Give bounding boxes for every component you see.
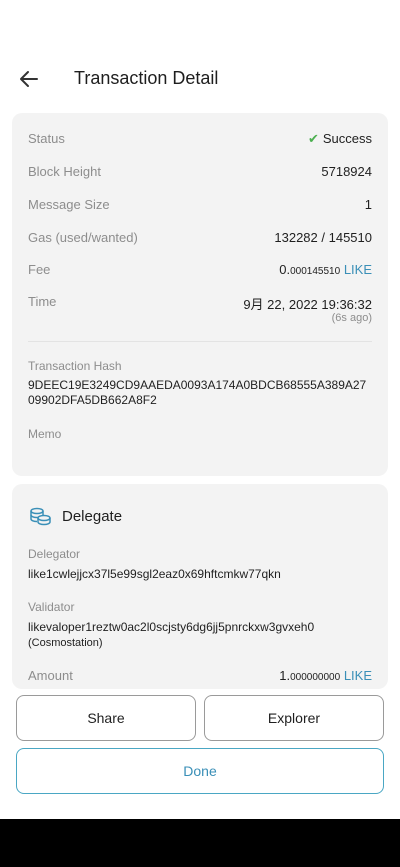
share-button[interactable]: Share xyxy=(16,695,196,741)
delegator-address: like1cwlejjcx37l5e99sgl2eaz0x69hftcmkw77… xyxy=(28,567,281,581)
message-header: Delegate xyxy=(28,504,122,528)
message-type-title: Delegate xyxy=(62,507,123,525)
block-height-value: 5718924 xyxy=(321,164,372,179)
divider xyxy=(28,341,372,342)
validator-label: Validator xyxy=(28,600,75,614)
gas-value: 132282 / 145510 xyxy=(274,230,372,245)
validator-name: (Cosmostation) xyxy=(28,637,103,649)
header: Transaction Detail xyxy=(0,60,400,98)
time-ago: (6s ago) xyxy=(331,312,372,324)
memo-label: Memo xyxy=(28,427,62,441)
done-button[interactable]: Done xyxy=(16,748,384,794)
amount-decimals: 000000000 xyxy=(290,672,341,683)
amount-unit: LIKE xyxy=(343,668,372,683)
status-text: Success xyxy=(322,131,372,146)
tx-hash-value: 9DEEC19E3249CD9AAEDA0093A174A0BDCB68555A… xyxy=(28,378,367,407)
block-height-row: Block Height 5718924 xyxy=(28,164,372,184)
block-height-label: Block Height xyxy=(28,164,101,179)
message-size-label: Message Size xyxy=(28,197,110,212)
time-value: 9月 22, 2022 19:36:32 xyxy=(243,297,372,312)
fee-decimals: 000145510 xyxy=(290,266,341,277)
transaction-summary-card: Status ✔ Success Block Height 5718924 Mes… xyxy=(12,113,388,476)
check-icon: ✔ xyxy=(307,131,319,146)
delegator-label: Delegator xyxy=(28,547,81,561)
gas-label: Gas (used/wanted) xyxy=(28,230,138,245)
amount-label: Amount xyxy=(28,668,73,683)
message-card: Delegate Delegator like1cwlejjcx37l5e99s… xyxy=(12,484,388,689)
back-button[interactable] xyxy=(14,64,44,94)
status-value: ✔ Success xyxy=(308,131,372,147)
status-label: Status xyxy=(28,131,65,146)
message-size-value: 1 xyxy=(364,197,372,212)
gas-row: Gas (used/wanted) 132282 / 145510 xyxy=(28,230,372,250)
page-title: Transaction Detail xyxy=(74,68,219,88)
time-label: Time xyxy=(28,294,57,309)
coins-stack-icon xyxy=(30,507,51,526)
explorer-button[interactable]: Explorer xyxy=(204,695,384,741)
status-row: Status ✔ Success xyxy=(28,131,372,151)
fee-value: 0.000145510 LIKE xyxy=(279,262,372,277)
message-size-row: Message Size 1 xyxy=(28,197,372,217)
arrow-left-icon xyxy=(20,71,38,87)
amount-int: 1. xyxy=(279,668,291,683)
fee-label: Fee xyxy=(28,262,51,277)
system-navigation-bar xyxy=(0,819,400,867)
fee-unit: LIKE xyxy=(343,262,372,277)
tx-hash-label: Transaction Hash xyxy=(28,359,122,373)
validator-address: likevaloper1reztw0ac2l0scjsty6dg6jj5pnrc… xyxy=(28,620,315,634)
fee-row: Fee 0.000145510 LIKE xyxy=(28,262,372,282)
fee-int: 0. xyxy=(279,262,291,277)
amount-value: 1.000000000 LIKE xyxy=(279,668,372,683)
time-row: Time 9月 22, 2022 19:36:32 (6s ago) xyxy=(28,294,372,334)
amount-row: Amount 1.000000000 LIKE xyxy=(28,668,372,688)
